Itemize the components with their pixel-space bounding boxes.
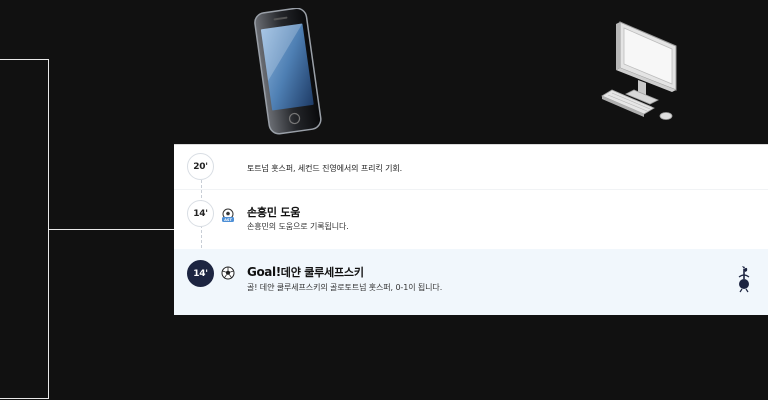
svg-text:AST: AST	[224, 218, 232, 222]
goal-minute-badge: 14'	[187, 260, 214, 287]
commentary-event: 20' 토트넘 홋스퍼, 세컨드 진영에서의 프리킥 기회.	[174, 145, 768, 189]
desktop-computer-icon	[601, 21, 677, 120]
commentary-event: 14' AST 손흥민 도움 손흥민의 도움으로 기록됩니다.	[174, 189, 768, 249]
football-icon	[221, 266, 235, 280]
minute-badge: 14'	[187, 200, 214, 227]
minute-badge: 20'	[187, 153, 214, 180]
event-title: 손흥민 도움	[247, 206, 301, 219]
match-commentary-panel: 20' 토트넘 홋스퍼, 세컨드 진영에서의 프리킥 기회. 14' AST 손…	[174, 144, 768, 315]
event-description: 토트넘 홋스퍼, 세컨드 진영에서의 프리킥 기회.	[247, 164, 403, 173]
tottenham-cockerel-icon	[738, 266, 750, 293]
smartphone-icon	[254, 8, 322, 135]
commentary-event-goal: 14' Goal!데얀 쿨루세프스키 골! 데얀 쿨루세프스키의 골로토트넘 홋…	[174, 249, 768, 315]
event-description: 손흥민의 도움으로 기록됩니다.	[247, 222, 349, 231]
goal-label: Goal!	[247, 265, 281, 279]
bracket-connector	[49, 229, 174, 230]
assist-icon: AST	[222, 208, 234, 222]
goal-event-title: Goal!데얀 쿨루세프스키	[247, 264, 364, 280]
goal-scorer-name: 데얀 쿨루세프스키	[280, 266, 364, 279]
event-description: 골! 데얀 쿨루세프스키의 골로토트넘 홋스퍼, 0-1이 됩니다.	[247, 283, 443, 292]
bracket-frame	[0, 59, 49, 399]
